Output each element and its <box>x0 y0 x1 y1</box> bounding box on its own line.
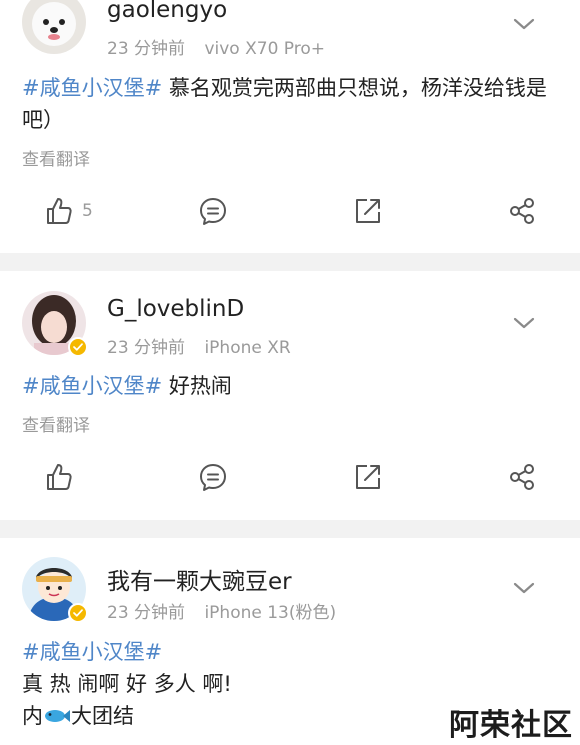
post-separator <box>0 520 580 538</box>
avatar[interactable] <box>22 0 86 54</box>
share-icon[interactable] <box>507 462 537 492</box>
share-icon[interactable] <box>507 196 537 226</box>
chevron-down-icon[interactable] <box>512 12 536 36</box>
comment-icon[interactable] <box>198 196 228 226</box>
device-name: vivo X70 Pro+ <box>204 39 325 59</box>
avatar[interactable] <box>22 291 88 357</box>
username[interactable]: 我有一颗大豌豆er <box>107 562 292 596</box>
verified-badge-icon <box>68 603 88 623</box>
post-time: 23 分钟前 <box>107 603 186 623</box>
like-count: 5 <box>82 201 93 221</box>
hashtag-link[interactable]: #咸鱼小汉堡# <box>22 374 162 398</box>
device-name: iPhone XR <box>204 338 291 358</box>
hashtag-link[interactable]: #咸鱼小汉堡# <box>22 640 162 664</box>
verified-badge-icon <box>68 337 88 357</box>
post-time: 23 分钟前 <box>107 39 186 59</box>
post-2: G_loveblinD 23 分钟前 iPhone XR #咸鱼小汉堡# 好热闹… <box>0 271 580 520</box>
repost-icon[interactable] <box>353 462 383 492</box>
post-1: gaolengyo 23 分钟前 vivo X70 Pro+ #咸鱼小汉堡# 慕… <box>0 0 580 253</box>
translate-link[interactable]: 查看翻译 <box>22 411 90 436</box>
translate-link[interactable]: 查看翻译 <box>22 145 90 170</box>
comment-icon[interactable] <box>198 462 228 492</box>
like-icon[interactable] <box>44 196 74 226</box>
post-separator <box>0 253 580 271</box>
hashtag-link[interactable]: #咸鱼小汉堡# <box>22 76 162 100</box>
chevron-down-icon[interactable] <box>512 576 536 600</box>
avatar[interactable] <box>22 557 88 623</box>
post-meta: 23 分钟前 iPhone XR <box>107 333 305 358</box>
post-content: #咸鱼小汉堡# 慕名观赏完两部曲只想说，杨洋没给钱是吧） <box>22 72 562 136</box>
post-text: 好热闹 <box>162 374 232 398</box>
chevron-down-icon[interactable] <box>512 311 536 335</box>
post-meta: 23 分钟前 iPhone 13(粉色) <box>107 598 350 623</box>
post-content: #咸鱼小汉堡# 好热闹 <box>22 370 562 402</box>
post-text: 真 热 闹啊 好 多人 啊! <box>22 672 232 696</box>
username[interactable]: G_loveblinD <box>107 296 244 322</box>
watermark: 阿荣社区 <box>449 708 573 743</box>
like-icon[interactable] <box>44 462 74 492</box>
repost-icon[interactable] <box>353 196 383 226</box>
post-meta: 23 分钟前 vivo X70 Pro+ <box>107 34 339 59</box>
post-time: 23 分钟前 <box>107 338 186 358</box>
username[interactable]: gaolengyo <box>107 0 227 23</box>
device-name: iPhone 13(粉色) <box>204 603 337 623</box>
fish-emoji-icon <box>45 710 70 722</box>
